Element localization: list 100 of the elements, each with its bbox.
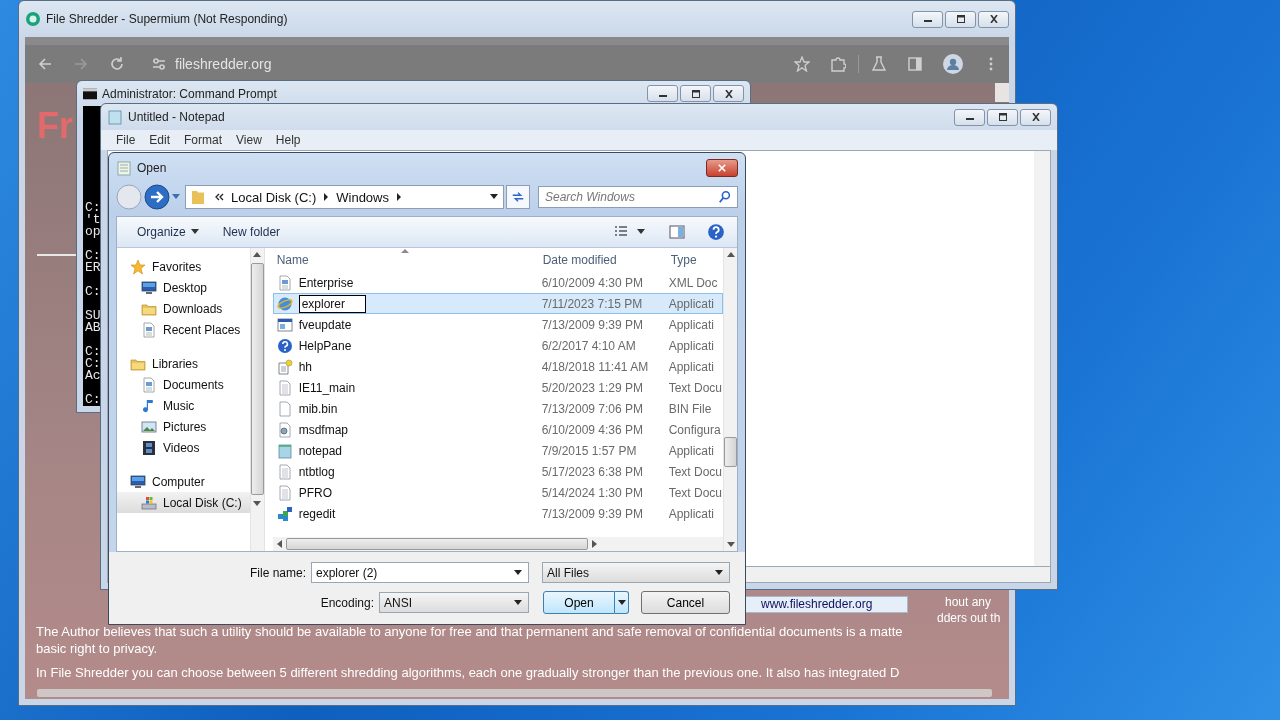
scrollbar[interactable] [995, 83, 1009, 102]
file-name: hh [298, 359, 312, 374]
caret-icon[interactable] [514, 569, 522, 576]
flask-icon[interactable] [871, 56, 887, 72]
menu-item[interactable]: View [229, 133, 269, 147]
caret-icon[interactable] [637, 229, 645, 235]
forward-button[interactable] [144, 184, 170, 210]
column-header[interactable]: Type [666, 253, 723, 267]
table-cell-text: Text Docu [667, 485, 722, 500]
sidebar-icon[interactable] [907, 56, 923, 72]
refresh-button[interactable] [506, 185, 530, 209]
bookmark-star-icon[interactable] [794, 56, 810, 72]
search-icon[interactable] [718, 190, 732, 204]
file-row[interactable]: notepad 7/9/2015 1:57 PM Applicati [272, 440, 723, 461]
nav-item[interactable]: Local Disk (C:) [117, 492, 250, 513]
preview-pane-icon[interactable] [669, 224, 685, 240]
close-button[interactable] [978, 10, 1009, 28]
scrollbar[interactable] [723, 248, 737, 551]
scrollbar[interactable] [272, 537, 723, 551]
scroll-down-icon[interactable] [253, 501, 262, 506]
scroll-down-icon[interactable] [726, 542, 735, 547]
menu-item[interactable]: Edit [142, 133, 178, 147]
help-icon [276, 337, 293, 354]
scrollbar[interactable] [249, 248, 264, 551]
nav-item[interactable]: Libraries [117, 353, 250, 374]
maximize-button[interactable] [987, 108, 1018, 126]
scroll-thumb[interactable] [285, 538, 588, 550]
open-options-button[interactable] [615, 591, 629, 614]
minimize-button[interactable] [647, 85, 678, 102]
new-folder-button[interactable]: New folder [214, 221, 289, 243]
maximize-button[interactable] [680, 85, 711, 102]
file-row[interactable]: PFRO 5/14/2024 1:30 PM Text Docu [272, 482, 723, 503]
file-row[interactable]: Enterprise 6/10/2009 4:30 PM XML Doc [272, 272, 723, 293]
console-line: op [85, 226, 101, 238]
nav-item[interactable]: Favorites [117, 256, 250, 277]
console-line: C: [85, 250, 101, 262]
file-name: ntbtlog [298, 464, 335, 479]
file-row[interactable]: fveupdate 7/13/2009 9:39 PM Applicati [272, 314, 723, 335]
caret-icon [617, 599, 626, 606]
menu-item[interactable]: Format [177, 133, 230, 147]
scroll-up-icon[interactable] [253, 252, 262, 257]
file-type-dropdown[interactable]: All Files [542, 562, 730, 583]
address-bar[interactable]: Local Disk (C:) Windows [185, 185, 504, 209]
file-row[interactable]: regedit 7/13/2009 9:39 PM Applicati [272, 503, 723, 524]
file-name-field[interactable]: explorer (2) [311, 562, 529, 583]
file-row[interactable]: explorer 7/11/2023 7:15 PM Applicati [272, 293, 723, 314]
nav-item[interactable]: Recent Places [117, 319, 250, 340]
file-row[interactable]: mib.bin 7/13/2009 7:06 PM BIN File [272, 398, 723, 419]
file-row[interactable]: IE11_main 5/20/2023 1:29 PM Text Docu [272, 377, 723, 398]
nav-item[interactable]: Downloads [117, 298, 250, 319]
chevron-icon[interactable] [396, 193, 402, 201]
minimize-button[interactable] [954, 108, 985, 126]
nav-item[interactable]: Computer [117, 471, 250, 492]
rename-field[interactable]: explorer [298, 294, 366, 313]
breadcrumb[interactable]: Windows [336, 189, 389, 205]
console-line: Ac [85, 370, 101, 382]
nav-item[interactable]: Pictures [117, 416, 250, 437]
close-button[interactable] [1020, 108, 1051, 126]
maximize-button[interactable] [945, 10, 976, 28]
close-button[interactable] [713, 85, 744, 102]
minimize-button[interactable] [912, 10, 943, 28]
scroll-left-icon[interactable] [276, 540, 282, 548]
scroll-right-icon[interactable] [591, 540, 597, 548]
scrollbar[interactable] [1034, 151, 1050, 566]
back-icon[interactable] [37, 56, 53, 72]
scroll-thumb[interactable] [250, 263, 264, 495]
file-row[interactable]: msdfmap 6/10/2009 4:36 PM Configura [272, 419, 723, 440]
extensions-icon[interactable] [830, 56, 846, 72]
cancel-button[interactable]: Cancel [641, 591, 730, 614]
console-line: SU [85, 310, 101, 322]
search-field[interactable]: Search Windows [538, 186, 738, 208]
help-icon[interactable] [707, 223, 725, 241]
console-line: C: [85, 202, 101, 214]
caret-icon[interactable] [490, 194, 498, 200]
site-settings-icon[interactable] [151, 56, 167, 72]
file-row[interactable]: HelpPane 6/2/2017 4:10 AM Applicati [272, 335, 723, 356]
nav-item[interactable]: Videos [117, 437, 250, 458]
file-row[interactable]: hh 4/18/2018 11:41 AM Applicati [272, 356, 723, 377]
double-chevron-icon[interactable] [214, 193, 224, 201]
organize-button[interactable]: Organize [129, 221, 207, 243]
column-header[interactable]: Date modified [538, 253, 667, 267]
chevron-icon[interactable] [323, 193, 330, 201]
column-header[interactable]: Name [272, 253, 539, 267]
profile-icon[interactable] [943, 54, 963, 74]
scrollbar[interactable] [37, 689, 992, 697]
nav-item[interactable]: Music [117, 395, 250, 416]
menu-item[interactable]: File [109, 133, 143, 147]
reload-icon[interactable] [109, 56, 125, 72]
encoding-dropdown[interactable]: ANSI [379, 592, 529, 613]
scroll-thumb[interactable] [724, 437, 737, 467]
monitor-icon [130, 473, 146, 490]
menu-item[interactable]: Help [268, 133, 308, 147]
breadcrumb[interactable]: Local Disk (C:) [231, 189, 317, 205]
nav-item[interactable]: Desktop [117, 277, 250, 298]
file-row[interactable]: ntbtlog 5/17/2023 6:38 PM Text Docu [272, 461, 723, 482]
scroll-up-icon[interactable] [726, 252, 735, 257]
open-button[interactable]: Open [543, 591, 615, 614]
nav-item[interactable]: Documents [117, 374, 250, 395]
table-cell-text: 6/2/2017 4:10 AM [540, 338, 637, 353]
close-button[interactable] [706, 159, 738, 177]
